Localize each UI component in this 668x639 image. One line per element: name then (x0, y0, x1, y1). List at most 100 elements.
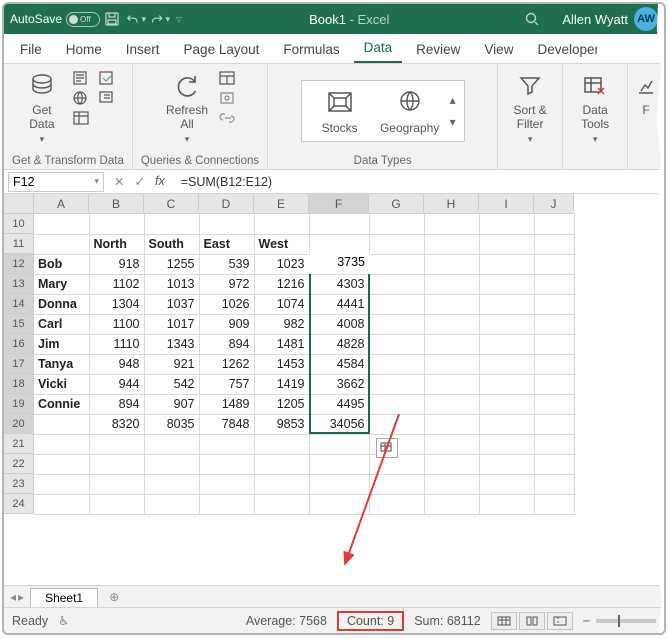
row-header[interactable]: 20 (4, 414, 34, 434)
qat-dropdown-icon[interactable]: ▿ (176, 12, 182, 26)
zoom-out-icon[interactable]: − (583, 614, 590, 628)
stocks-icon (325, 87, 355, 117)
save-icon[interactable] (102, 9, 122, 29)
avatar[interactable]: AW (634, 7, 658, 31)
stocks-type[interactable]: Stocks (306, 87, 374, 135)
row-header[interactable]: 21 (4, 434, 34, 454)
tab-insert[interactable]: Insert (116, 38, 170, 63)
formula-input[interactable]: =SUM(B12:E12) (175, 175, 664, 189)
row-header[interactable]: 23 (4, 474, 34, 494)
col-header[interactable]: F (309, 194, 369, 214)
view-page-layout-icon[interactable] (519, 612, 545, 630)
status-average: Average: 7568 (246, 614, 327, 628)
status-sum: Sum: 68112 (414, 614, 480, 628)
group-get-transform: Get & Transform Data (12, 153, 124, 167)
col-header[interactable]: D (199, 194, 254, 214)
fx-icon[interactable]: fx (155, 174, 165, 189)
worksheet-grid[interactable]: 10 11 12 13 14 15 16 17 18 19 20 21 22 2… (4, 194, 664, 585)
sheet-tab-bar: ◂▸ Sheet1 ⊕ (4, 585, 664, 607)
formula-bar: F12▾ ✕ ✓ fx =SUM(B12:E12) (4, 170, 664, 194)
window-title: Book1 - Excel (186, 12, 512, 27)
sheet-nav-prev-icon[interactable]: ◂ (10, 590, 16, 604)
get-data-button[interactable]: Get Data▾ (18, 68, 66, 146)
group-queries: Queries & Connections (141, 153, 259, 167)
add-sheet-icon[interactable]: ⊕ (104, 587, 124, 607)
autosave-label: AutoSave (10, 12, 62, 26)
data-types-more[interactable]: ▴▾ (446, 93, 460, 129)
view-page-break-icon[interactable] (547, 612, 573, 630)
view-normal-icon[interactable] (491, 612, 517, 630)
from-table-icon[interactable] (72, 110, 92, 126)
row-header[interactable]: 10 (4, 214, 34, 234)
recent-sources-icon[interactable] (98, 70, 118, 86)
existing-connections-icon[interactable] (98, 90, 118, 106)
search-icon[interactable] (522, 9, 542, 29)
row-header[interactable]: 19 (4, 394, 34, 414)
name-box[interactable]: F12▾ (8, 172, 104, 192)
tab-data[interactable]: Data (354, 36, 403, 63)
status-ready: Ready (12, 614, 48, 628)
col-header[interactable]: B (89, 194, 144, 214)
geography-type[interactable]: Geography (376, 87, 444, 135)
row-header[interactable]: 17 (4, 354, 34, 374)
data-tools-button[interactable]: Data Tools▾ (571, 68, 619, 146)
tab-review[interactable]: Review (406, 38, 470, 63)
row-header[interactable]: 13 (4, 274, 34, 294)
get-data-icon (26, 70, 58, 102)
refresh-all-button[interactable]: Refresh All▾ (162, 68, 212, 146)
accessibility-icon[interactable]: ♿︎ (58, 613, 69, 628)
status-bar: Ready ♿︎ Average: 7568 Count: 9 Sum: 681… (4, 607, 664, 633)
row-header[interactable]: 16 (4, 334, 34, 354)
row-header[interactable]: 24 (4, 494, 34, 514)
row-header[interactable]: 14 (4, 294, 34, 314)
tab-page-layout[interactable]: Page Layout (174, 38, 270, 63)
autosave-toggle[interactable]: AutoSave Off (10, 12, 100, 27)
title-bar: AutoSave Off ▾ ▾ ▿ Book1 - Excel Allen W… (4, 4, 664, 34)
from-web-icon[interactable] (72, 90, 92, 106)
enter-icon[interactable]: ✓ (134, 174, 144, 189)
col-header[interactable]: C (144, 194, 199, 214)
col-header[interactable]: I (479, 194, 534, 214)
tab-formulas[interactable]: Formulas (273, 38, 349, 63)
quick-analysis-icon[interactable] (376, 438, 398, 458)
tab-home[interactable]: Home (56, 38, 112, 63)
row-header[interactable]: 12 (4, 254, 34, 274)
refresh-icon (171, 70, 203, 102)
row-header[interactable]: 22 (4, 454, 34, 474)
select-all-corner[interactable] (4, 194, 34, 214)
redo-icon[interactable]: ▾ (150, 9, 170, 29)
sort-filter-button[interactable]: Sort & Filter▾ (506, 68, 554, 146)
row-header[interactable]: 18 (4, 374, 34, 394)
col-header[interactable]: E (254, 194, 309, 214)
col-header[interactable]: G (369, 194, 424, 214)
col-header[interactable]: A (34, 194, 89, 214)
tab-view[interactable]: View (474, 38, 523, 63)
geography-icon (395, 87, 425, 117)
undo-icon[interactable]: ▾ (126, 9, 146, 29)
row-header[interactable]: 11 (4, 234, 34, 254)
autosave-pill[interactable]: Off (66, 12, 100, 27)
status-count: Count: 9 (337, 611, 404, 631)
col-header[interactable]: J (534, 194, 574, 214)
tab-developer[interactable]: Developer (527, 38, 597, 63)
group-data-types: Data Types (354, 153, 412, 167)
cancel-icon[interactable]: ✕ (114, 174, 124, 189)
queries-icon[interactable] (218, 70, 238, 86)
zoom-slider[interactable]: − (583, 614, 656, 628)
tab-file[interactable]: File (10, 38, 52, 63)
sheet-tab[interactable]: Sheet1 (30, 588, 98, 607)
filter-icon (514, 70, 546, 102)
forecast-icon (630, 70, 662, 102)
properties-icon[interactable] (218, 90, 238, 106)
ribbon-tabs: File Home Insert Page Layout Formulas Da… (4, 34, 664, 64)
from-text-icon[interactable] (72, 70, 92, 86)
user-name[interactable]: Allen Wyatt (562, 12, 628, 27)
data-tools-icon (579, 70, 611, 102)
row-header[interactable]: 15 (4, 314, 34, 334)
data-types-gallery[interactable]: Stocks Geography ▴▾ (301, 80, 465, 142)
edit-links-icon[interactable] (218, 110, 238, 126)
ribbon: Get Data▾ Get & Transform Data Refresh (4, 64, 664, 170)
cells[interactable]: NorthSouthEastWest Bob918125553910233735… (34, 214, 575, 515)
col-header[interactable]: H (424, 194, 479, 214)
sheet-nav-next-icon[interactable]: ▸ (18, 590, 24, 604)
